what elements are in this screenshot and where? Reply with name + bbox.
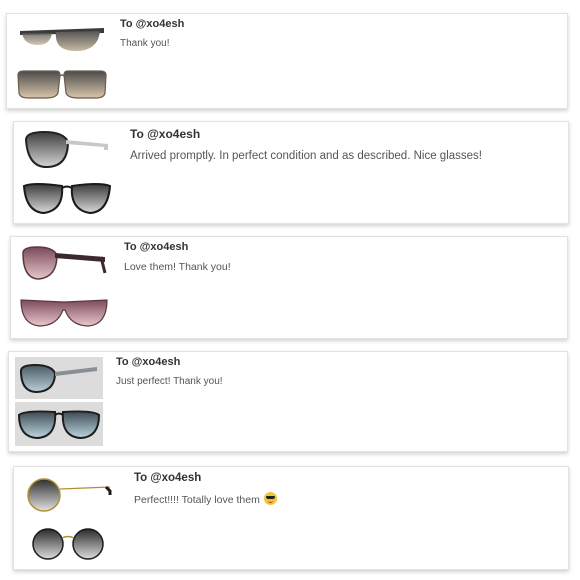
product-thumbnails bbox=[15, 352, 103, 451]
product-thumbnails bbox=[20, 467, 116, 569]
product-image-front[interactable] bbox=[20, 177, 114, 219]
sunglasses-front-icon bbox=[20, 299, 108, 327]
review-message: Love them! Thank you! bbox=[124, 261, 231, 273]
review-card: To @xo4esh Perfect!!!! Totally love them bbox=[13, 466, 569, 570]
product-image-front[interactable] bbox=[15, 402, 103, 446]
review-message-text: Perfect!!!! Totally love them bbox=[134, 494, 260, 506]
sunglasses-front-icon bbox=[22, 183, 112, 215]
product-image-side[interactable] bbox=[20, 127, 114, 173]
product-image-front[interactable] bbox=[13, 64, 111, 104]
sunglasses-front-icon bbox=[17, 410, 101, 440]
review-card: To @xo4esh Arrived promptly. In perfect … bbox=[13, 121, 569, 224]
sunglasses-side-icon bbox=[22, 246, 107, 280]
review-recipient[interactable]: To @xo4esh bbox=[124, 241, 188, 253]
review-message: Just perfect! Thank you! bbox=[116, 376, 223, 387]
product-image-side[interactable] bbox=[13, 20, 111, 60]
review-card: To @xo4esh Love them! Thank you! bbox=[10, 236, 568, 339]
sunglasses-side-icon bbox=[24, 130, 108, 169]
review-recipient[interactable]: To @xo4esh bbox=[120, 18, 184, 30]
review-message: Perfect!!!! Totally love them bbox=[134, 492, 277, 506]
product-image-side[interactable] bbox=[15, 357, 103, 399]
sunglasses-front-icon bbox=[32, 528, 104, 560]
review-recipient[interactable]: To @xo4esh bbox=[134, 472, 201, 484]
review-card: To @xo4esh Thank you! bbox=[6, 13, 568, 109]
sunglasses-front-icon bbox=[17, 70, 107, 99]
review-recipient[interactable]: To @xo4esh bbox=[130, 127, 200, 141]
product-image-side[interactable] bbox=[20, 472, 116, 516]
sunglasses-side-icon bbox=[20, 28, 104, 51]
sunglasses-side-icon bbox=[27, 478, 112, 512]
product-image-front[interactable] bbox=[20, 522, 116, 566]
review-recipient[interactable]: To @xo4esh bbox=[116, 356, 180, 368]
review-message: Arrived promptly. In perfect condition a… bbox=[130, 150, 482, 162]
review-card: To @xo4esh Just perfect! Thank you! bbox=[8, 351, 568, 452]
sunglasses-emoji-icon bbox=[263, 492, 277, 505]
review-message: Thank you! bbox=[120, 38, 170, 49]
product-thumbnails bbox=[17, 237, 111, 338]
product-thumbnails bbox=[20, 122, 114, 223]
product-image-front[interactable] bbox=[17, 290, 111, 334]
product-thumbnails bbox=[13, 14, 111, 108]
sunglasses-side-icon bbox=[19, 363, 97, 394]
product-image-side[interactable] bbox=[17, 240, 111, 286]
